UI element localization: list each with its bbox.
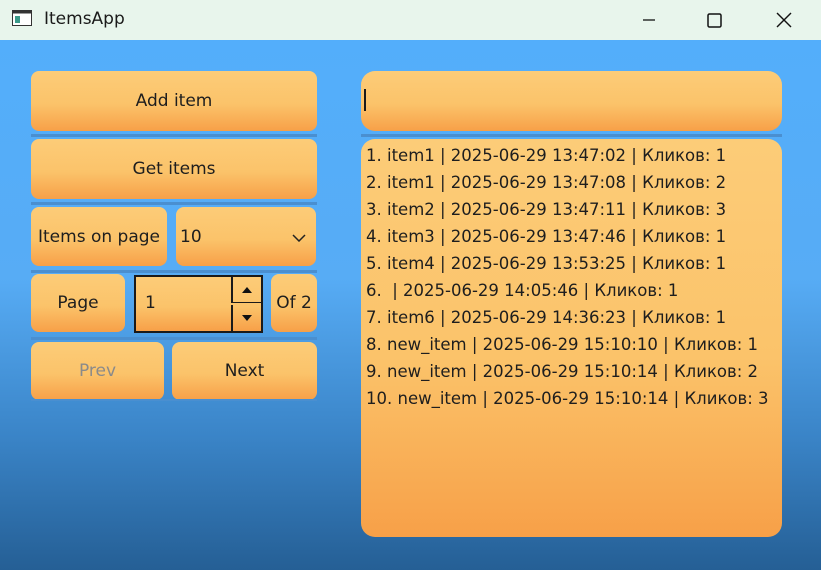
list-item[interactable]: 3. item2 | 2025-06-29 13:47:11 | Кликов:… xyxy=(366,196,769,223)
maximize-button[interactable] xyxy=(689,0,739,40)
page-label: Page xyxy=(31,274,125,332)
prev-page-button[interactable]: Prev xyxy=(31,342,164,400)
list-item[interactable]: 2. item1 | 2025-06-29 13:47:08 | Кликов:… xyxy=(366,169,769,196)
items-per-page-select[interactable]: 10 xyxy=(176,207,316,266)
list-item[interactable]: 8. new_item | 2025-06-29 15:10:10 | Клик… xyxy=(366,331,769,358)
app-window: ItemsApp Add item Get items Items on pag… xyxy=(0,0,821,570)
list-item[interactable]: 7. item6 | 2025-06-29 14:36:23 | Кликов:… xyxy=(366,304,769,331)
separator xyxy=(31,134,317,137)
app-icon xyxy=(12,10,32,26)
minimize-icon xyxy=(643,19,655,21)
items-list[interactable]: 1. item1 | 2025-06-29 13:47:02 | Кликов:… xyxy=(361,139,782,537)
separator xyxy=(31,270,317,273)
separator xyxy=(31,202,317,205)
page-decrement-button[interactable] xyxy=(231,305,261,331)
client-area: Add item Get items Items on page 10 Page… xyxy=(0,40,821,570)
item-name-input[interactable] xyxy=(361,71,782,131)
separator xyxy=(31,399,317,401)
separator xyxy=(361,134,782,137)
list-item[interactable]: 1. item1 | 2025-06-29 13:47:02 | Кликов:… xyxy=(366,142,769,169)
page-number-stepper[interactable]: 1 xyxy=(134,275,263,333)
get-items-button[interactable]: Get items xyxy=(31,139,317,199)
close-icon xyxy=(776,12,792,28)
next-page-button[interactable]: Next xyxy=(172,342,317,400)
close-button[interactable] xyxy=(759,0,809,40)
page-increment-button[interactable] xyxy=(231,277,261,303)
chevron-down-icon xyxy=(292,234,306,242)
items-per-page-value: 10 xyxy=(180,227,202,247)
list-item[interactable]: 6. | 2025-06-29 14:05:46 | Кликов: 1 xyxy=(366,277,769,304)
page-count-label: Of 2 xyxy=(271,274,317,332)
window-title: ItemsApp xyxy=(44,9,125,29)
page-number-value: 1 xyxy=(145,293,156,313)
list-item[interactable]: 10. new_item | 2025-06-29 15:10:14 | Кли… xyxy=(366,385,769,412)
triangle-down-icon xyxy=(242,315,252,321)
minimize-button[interactable] xyxy=(624,0,674,40)
list-item[interactable]: 4. item3 | 2025-06-29 13:47:46 | Кликов:… xyxy=(366,223,769,250)
items-list-rows: 1. item1 | 2025-06-29 13:47:02 | Кликов:… xyxy=(366,142,769,412)
items-on-page-label: Items on page xyxy=(31,207,167,266)
maximize-icon xyxy=(706,12,722,28)
text-caret xyxy=(364,89,366,111)
triangle-up-icon xyxy=(242,286,252,293)
separator xyxy=(31,337,317,340)
title-bar[interactable]: ItemsApp xyxy=(0,0,821,40)
list-item[interactable]: 5. item4 | 2025-06-29 13:53:25 | Кликов:… xyxy=(366,250,769,277)
list-item[interactable]: 9. new_item | 2025-06-29 15:10:14 | Клик… xyxy=(366,358,769,385)
add-item-button[interactable]: Add item xyxy=(31,71,317,131)
